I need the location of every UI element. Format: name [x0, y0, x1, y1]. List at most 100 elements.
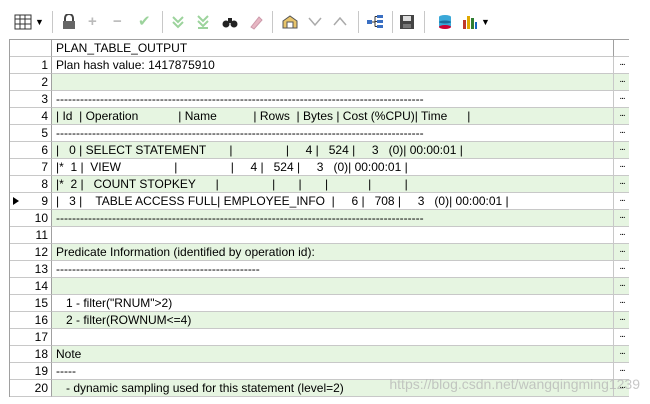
- cell-ellipsis-button[interactable]: ...: [614, 142, 629, 159]
- table-row[interactable]: 6 | 0 | SELECT STATEMENT | | 4 | 524 | 3 …: [10, 142, 629, 159]
- lock-icon[interactable]: [62, 12, 76, 32]
- cell-ellipsis-button[interactable]: ...: [614, 261, 629, 278]
- cell-ellipsis-button[interactable]: ...: [614, 312, 629, 329]
- delete-record-icon[interactable]: −: [113, 12, 122, 32]
- chevron-down-icon[interactable]: ▼: [35, 17, 44, 27]
- plan-output-cell[interactable]: [52, 329, 614, 346]
- row-header[interactable]: 16: [10, 312, 52, 329]
- table-row[interactable]: 7 |* 1 | VIEW | | 4 | 524 | 3 (0)| 00:00:…: [10, 159, 629, 176]
- cell-ellipsis-button[interactable]: ...: [614, 57, 629, 74]
- cell-ellipsis-button[interactable]: ...: [614, 193, 629, 210]
- row-number: 2: [41, 75, 48, 89]
- row-number: 5: [41, 126, 48, 140]
- row-header[interactable]: 15: [10, 295, 52, 312]
- row-header[interactable]: 14: [10, 278, 52, 295]
- plan-output-cell[interactable]: ----------------------------------------…: [52, 210, 614, 227]
- plan-output-cell[interactable]: | 3 | TABLE ACCESS FULL| EMPLOYEE_INFO |…: [52, 193, 614, 210]
- table-row[interactable]: 9 | 3 | TABLE ACCESS FULL| EMPLOYEE_INFO …: [10, 193, 629, 210]
- row-header[interactable]: 6: [10, 142, 52, 159]
- row-header[interactable]: 3: [10, 91, 52, 108]
- add-record-icon[interactable]: +: [88, 12, 97, 32]
- cell-ellipsis-button[interactable]: ...: [614, 295, 629, 312]
- plan-output-cell[interactable]: [52, 227, 614, 244]
- sort-ascending-icon[interactable]: [333, 12, 347, 32]
- column-header[interactable]: PLAN_TABLE_OUTPUT: [52, 40, 614, 57]
- chart-icon[interactable]: ▼: [462, 12, 490, 32]
- explain-plan-icon[interactable]: [366, 12, 384, 32]
- cell-ellipsis-button[interactable]: ...: [614, 244, 629, 261]
- row-number: 19: [34, 364, 48, 378]
- sort-descending-icon[interactable]: [308, 12, 322, 32]
- clear-record-icon[interactable]: [248, 12, 264, 32]
- fetch-last-icon[interactable]: [196, 12, 210, 32]
- plan-output-cell[interactable]: ----------------------------------------…: [52, 125, 614, 142]
- table-row[interactable]: 1 Plan hash value: 1417875910...: [10, 57, 629, 74]
- cell-ellipsis-button[interactable]: ...: [614, 329, 629, 346]
- table-row[interactable]: 14...: [10, 278, 629, 295]
- row-header[interactable]: 12: [10, 244, 52, 261]
- plan-output-cell[interactable]: 2 - filter(ROWNUM<=4): [52, 312, 614, 329]
- cell-ellipsis-button[interactable]: ...: [614, 91, 629, 108]
- plan-output-cell[interactable]: Note: [52, 346, 614, 363]
- row-header[interactable]: 8: [10, 176, 52, 193]
- plan-output-cell[interactable]: ----------------------------------------…: [52, 261, 614, 278]
- row-header[interactable]: 20: [10, 380, 52, 397]
- row-header[interactable]: 5: [10, 125, 52, 142]
- row-header[interactable]: 2: [10, 74, 52, 91]
- table-row[interactable]: 4 | Id | Operation | Name | Rows | Bytes …: [10, 108, 629, 125]
- cell-ellipsis-button[interactable]: ...: [614, 210, 629, 227]
- table-row[interactable]: 3 ---------------------------------------…: [10, 91, 629, 108]
- plan-output-cell[interactable]: |* 1 | VIEW | | 4 | 524 | 3 (0)| 00:00:0…: [52, 159, 614, 176]
- table-row[interactable]: 17...: [10, 329, 629, 346]
- plan-output-cell[interactable]: [52, 278, 614, 295]
- cell-ellipsis-button[interactable]: ...: [614, 159, 629, 176]
- row-header[interactable]: 1: [10, 57, 52, 74]
- plan-output-cell[interactable]: | 0 | SELECT STATEMENT | | 4 | 524 | 3 (…: [52, 142, 614, 159]
- table-row[interactable]: 13 --------------------------------------…: [10, 261, 629, 278]
- row-header[interactable]: 19: [10, 363, 52, 380]
- toolbar: ▼ + − ✔ ▼: [0, 0, 650, 40]
- table-row[interactable]: 5 ---------------------------------------…: [10, 125, 629, 142]
- row-number: 16: [34, 313, 48, 327]
- table-row[interactable]: 15 1 - filter("RNUM">2)...: [10, 295, 629, 312]
- table-row[interactable]: 11...: [10, 227, 629, 244]
- plan-output-cell[interactable]: Plan hash value: 1417875910: [52, 57, 614, 74]
- query-by-example-icon[interactable]: [222, 12, 238, 32]
- cell-ellipsis-button[interactable]: ...: [614, 108, 629, 125]
- plan-output-cell[interactable]: Predicate Information (identified by ope…: [52, 244, 614, 261]
- table-row[interactable]: 10 --------------------------------------…: [10, 210, 629, 227]
- cell-ellipsis-button[interactable]: ...: [614, 125, 629, 142]
- table-row[interactable]: 12 Predicate Information (identified by o…: [10, 244, 629, 261]
- row-header[interactable]: 10: [10, 210, 52, 227]
- header-filler: [614, 40, 629, 57]
- export-icon[interactable]: [437, 12, 453, 32]
- plan-output-cell[interactable]: |* 2 | COUNT STOPKEY | | | | | |: [52, 176, 614, 193]
- row-header[interactable]: 9: [10, 193, 52, 210]
- table-row[interactable]: 18 Note...: [10, 346, 629, 363]
- cell-ellipsis-button[interactable]: ...: [614, 74, 629, 91]
- grid-view-icon[interactable]: ▼: [14, 12, 44, 32]
- chevron-down-icon[interactable]: ▼: [481, 17, 490, 27]
- table-row[interactable]: 8 |* 2 | COUNT STOPKEY | | | | | |...: [10, 176, 629, 193]
- row-header[interactable]: 4: [10, 108, 52, 125]
- cell-ellipsis-button[interactable]: ...: [614, 278, 629, 295]
- fetch-next-icon[interactable]: [171, 12, 185, 32]
- save-icon[interactable]: [399, 12, 415, 32]
- plan-output-cell[interactable]: | Id | Operation | Name | Rows | Bytes |…: [52, 108, 614, 125]
- plan-output-cell[interactable]: [52, 74, 614, 91]
- cell-ellipsis-button[interactable]: ...: [614, 227, 629, 244]
- single-record-view-icon[interactable]: [281, 12, 299, 32]
- post-edit-icon[interactable]: ✔: [138, 12, 151, 32]
- row-header[interactable]: 13: [10, 261, 52, 278]
- row-header[interactable]: 18: [10, 346, 52, 363]
- plan-output-cell[interactable]: 1 - filter("RNUM">2): [52, 295, 614, 312]
- cell-ellipsis-button[interactable]: ...: [614, 176, 629, 193]
- row-header[interactable]: 17: [10, 329, 52, 346]
- row-header[interactable]: 11: [10, 227, 52, 244]
- row-header[interactable]: 7: [10, 159, 52, 176]
- corner-cell[interactable]: [10, 40, 52, 57]
- table-row[interactable]: 2...: [10, 74, 629, 91]
- cell-ellipsis-button[interactable]: ...: [614, 346, 629, 363]
- table-row[interactable]: 16 2 - filter(ROWNUM<=4)...: [10, 312, 629, 329]
- plan-output-cell[interactable]: ----------------------------------------…: [52, 91, 614, 108]
